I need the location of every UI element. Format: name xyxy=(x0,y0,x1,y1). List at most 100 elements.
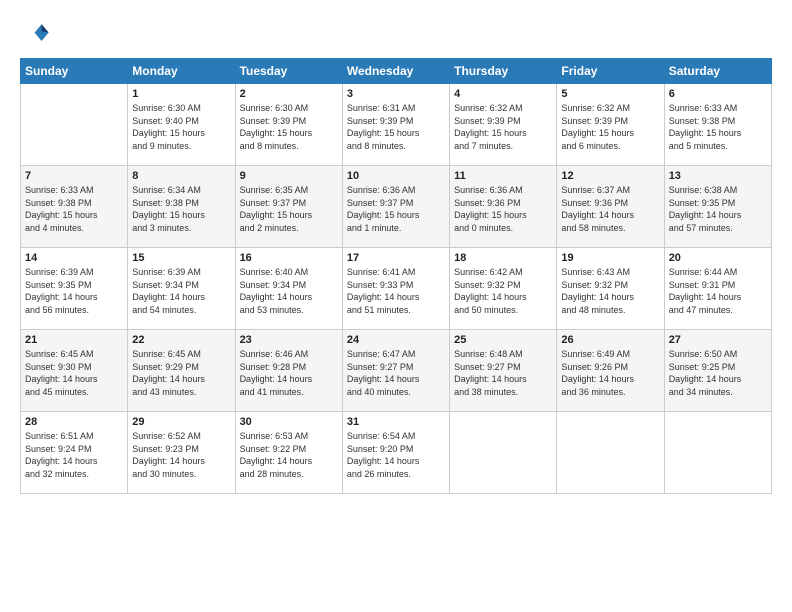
day-number: 27 xyxy=(669,334,767,346)
calendar-cell: 9Sunrise: 6:35 AM Sunset: 9:37 PM Daylig… xyxy=(235,166,342,248)
day-content: Sunrise: 6:50 AM Sunset: 9:25 PM Dayligh… xyxy=(669,348,767,398)
header-cell-tuesday: Tuesday xyxy=(235,59,342,84)
day-number: 4 xyxy=(454,88,552,100)
day-number: 20 xyxy=(669,252,767,264)
calendar-cell: 4 Sunrise: 6:32 AM Sunset: 9:39 PM Daylig… xyxy=(450,84,557,166)
day-content: Sunrise: 6:39 AM Sunset: 9:34 PM Dayligh… xyxy=(132,266,230,316)
calendar-cell: 1 Sunrise: 6:30 AM Sunset: 9:40 PM Daylig… xyxy=(128,84,235,166)
day-number: 14 xyxy=(25,252,123,264)
day-number: 30 xyxy=(240,416,338,428)
day-content: Sunrise: 6:51 AM Sunset: 9:24 PM Dayligh… xyxy=(25,430,123,480)
week-row-1: 7Sunrise: 6:33 AM Sunset: 9:38 PM Daylig… xyxy=(21,166,772,248)
calendar-cell xyxy=(450,412,557,494)
calendar-cell: 6Sunrise: 6:33 AM Sunset: 9:38 PM Daylig… xyxy=(664,84,771,166)
calendar-cell: 29 Sunrise: 6:52 AM Sunset: 9:23 PM Dayli… xyxy=(128,412,235,494)
calendar-cell: 24 Sunrise: 6:47 AM Sunset: 9:27 PM Dayli… xyxy=(342,330,449,412)
day-content: Sunrise: 6:54 AM Sunset: 9:20 PM Dayligh… xyxy=(347,430,445,480)
day-number: 19 xyxy=(561,252,659,264)
day-content: Sunrise: 6:30 AM Sunset: 9:40 PM Dayligh… xyxy=(132,102,230,152)
day-content: Sunrise: 6:47 AM Sunset: 9:27 PM Dayligh… xyxy=(347,348,445,398)
calendar-cell: 15 Sunrise: 6:39 AM Sunset: 9:34 PM Dayli… xyxy=(128,248,235,330)
day-number: 3 xyxy=(347,88,445,100)
day-content: Sunrise: 6:48 AM Sunset: 9:27 PM Dayligh… xyxy=(454,348,552,398)
calendar-cell: 16Sunrise: 6:40 AM Sunset: 9:34 PM Dayli… xyxy=(235,248,342,330)
day-content: Sunrise: 6:46 AM Sunset: 9:28 PM Dayligh… xyxy=(240,348,338,398)
day-content: Sunrise: 6:33 AM Sunset: 9:38 PM Dayligh… xyxy=(669,102,767,152)
day-number: 5 xyxy=(561,88,659,100)
day-number: 15 xyxy=(132,252,230,264)
calendar-cell: 10 Sunrise: 6:36 AM Sunset: 9:37 PM Dayli… xyxy=(342,166,449,248)
day-content: Sunrise: 6:32 AM Sunset: 9:39 PM Dayligh… xyxy=(454,102,552,152)
calendar-cell: 28 Sunrise: 6:51 AM Sunset: 9:24 PM Dayli… xyxy=(21,412,128,494)
week-row-3: 21 Sunrise: 6:45 AM Sunset: 9:30 PM Dayli… xyxy=(21,330,772,412)
calendar-cell: 12 Sunrise: 6:37 AM Sunset: 9:36 PM Dayli… xyxy=(557,166,664,248)
week-row-4: 28 Sunrise: 6:51 AM Sunset: 9:24 PM Dayli… xyxy=(21,412,772,494)
logo xyxy=(20,20,50,48)
calendar-cell: 18Sunrise: 6:42 AM Sunset: 9:32 PM Dayli… xyxy=(450,248,557,330)
day-content: Sunrise: 6:44 AM Sunset: 9:31 PM Dayligh… xyxy=(669,266,767,316)
calendar-cell xyxy=(557,412,664,494)
calendar-cell: 21 Sunrise: 6:45 AM Sunset: 9:30 PM Dayli… xyxy=(21,330,128,412)
day-number: 24 xyxy=(347,334,445,346)
day-number: 28 xyxy=(25,416,123,428)
calendar-cell: 17Sunrise: 6:41 AM Sunset: 9:33 PM Dayli… xyxy=(342,248,449,330)
header-row: SundayMondayTuesdayWednesdayThursdayFrid… xyxy=(21,59,772,84)
day-number: 7 xyxy=(25,170,123,182)
day-content: Sunrise: 6:45 AM Sunset: 9:30 PM Dayligh… xyxy=(25,348,123,398)
day-content: Sunrise: 6:39 AM Sunset: 9:35 PM Dayligh… xyxy=(25,266,123,316)
calendar-header: SundayMondayTuesdayWednesdayThursdayFrid… xyxy=(21,59,772,84)
calendar-cell xyxy=(664,412,771,494)
calendar-cell: 23 Sunrise: 6:46 AM Sunset: 9:28 PM Dayli… xyxy=(235,330,342,412)
calendar-cell: 3 Sunrise: 6:31 AM Sunset: 9:39 PM Daylig… xyxy=(342,84,449,166)
week-row-0: 1 Sunrise: 6:30 AM Sunset: 9:40 PM Daylig… xyxy=(21,84,772,166)
day-content: Sunrise: 6:52 AM Sunset: 9:23 PM Dayligh… xyxy=(132,430,230,480)
day-content: Sunrise: 6:53 AM Sunset: 9:22 PM Dayligh… xyxy=(240,430,338,480)
header-cell-saturday: Saturday xyxy=(664,59,771,84)
calendar-page: SundayMondayTuesdayWednesdayThursdayFrid… xyxy=(0,0,792,612)
header-cell-wednesday: Wednesday xyxy=(342,59,449,84)
calendar-cell: 27 Sunrise: 6:50 AM Sunset: 9:25 PM Dayli… xyxy=(664,330,771,412)
calendar-cell: 26 Sunrise: 6:49 AM Sunset: 9:26 PM Dayli… xyxy=(557,330,664,412)
calendar-cell: 20 Sunrise: 6:44 AM Sunset: 9:31 PM Dayli… xyxy=(664,248,771,330)
day-content: Sunrise: 6:49 AM Sunset: 9:26 PM Dayligh… xyxy=(561,348,659,398)
day-number: 2 xyxy=(240,88,338,100)
day-number: 21 xyxy=(25,334,123,346)
calendar-table: SundayMondayTuesdayWednesdayThursdayFrid… xyxy=(20,58,772,494)
day-content: Sunrise: 6:36 AM Sunset: 9:36 PM Dayligh… xyxy=(454,184,552,234)
day-content: Sunrise: 6:31 AM Sunset: 9:39 PM Dayligh… xyxy=(347,102,445,152)
calendar-cell: 31 Sunrise: 6:54 AM Sunset: 9:20 PM Dayli… xyxy=(342,412,449,494)
day-number: 11 xyxy=(454,170,552,182)
day-number: 31 xyxy=(347,416,445,428)
header-cell-thursday: Thursday xyxy=(450,59,557,84)
day-content: Sunrise: 6:30 AM Sunset: 9:39 PM Dayligh… xyxy=(240,102,338,152)
day-content: Sunrise: 6:32 AM Sunset: 9:39 PM Dayligh… xyxy=(561,102,659,152)
day-number: 16 xyxy=(240,252,338,264)
calendar-cell: 25 Sunrise: 6:48 AM Sunset: 9:27 PM Dayli… xyxy=(450,330,557,412)
day-number: 26 xyxy=(561,334,659,346)
day-number: 22 xyxy=(132,334,230,346)
day-number: 10 xyxy=(347,170,445,182)
logo-icon xyxy=(22,20,50,48)
header-cell-friday: Friday xyxy=(557,59,664,84)
day-number: 23 xyxy=(240,334,338,346)
calendar-cell xyxy=(21,84,128,166)
calendar-cell: 8Sunrise: 6:34 AM Sunset: 9:38 PM Daylig… xyxy=(128,166,235,248)
day-number: 29 xyxy=(132,416,230,428)
day-number: 12 xyxy=(561,170,659,182)
day-number: 8 xyxy=(132,170,230,182)
day-number: 1 xyxy=(132,88,230,100)
calendar-cell: 13Sunrise: 6:38 AM Sunset: 9:35 PM Dayli… xyxy=(664,166,771,248)
header xyxy=(20,20,772,48)
day-number: 25 xyxy=(454,334,552,346)
day-number: 9 xyxy=(240,170,338,182)
week-row-2: 14 Sunrise: 6:39 AM Sunset: 9:35 PM Dayli… xyxy=(21,248,772,330)
calendar-cell: 30 Sunrise: 6:53 AM Sunset: 9:22 PM Dayli… xyxy=(235,412,342,494)
day-content: Sunrise: 6:38 AM Sunset: 9:35 PM Dayligh… xyxy=(669,184,767,234)
day-content: Sunrise: 6:41 AM Sunset: 9:33 PM Dayligh… xyxy=(347,266,445,316)
day-content: Sunrise: 6:45 AM Sunset: 9:29 PM Dayligh… xyxy=(132,348,230,398)
day-content: Sunrise: 6:36 AM Sunset: 9:37 PM Dayligh… xyxy=(347,184,445,234)
calendar-cell: 11 Sunrise: 6:36 AM Sunset: 9:36 PM Dayli… xyxy=(450,166,557,248)
calendar-cell: 5 Sunrise: 6:32 AM Sunset: 9:39 PM Daylig… xyxy=(557,84,664,166)
day-content: Sunrise: 6:37 AM Sunset: 9:36 PM Dayligh… xyxy=(561,184,659,234)
calendar-cell: 22 Sunrise: 6:45 AM Sunset: 9:29 PM Dayli… xyxy=(128,330,235,412)
